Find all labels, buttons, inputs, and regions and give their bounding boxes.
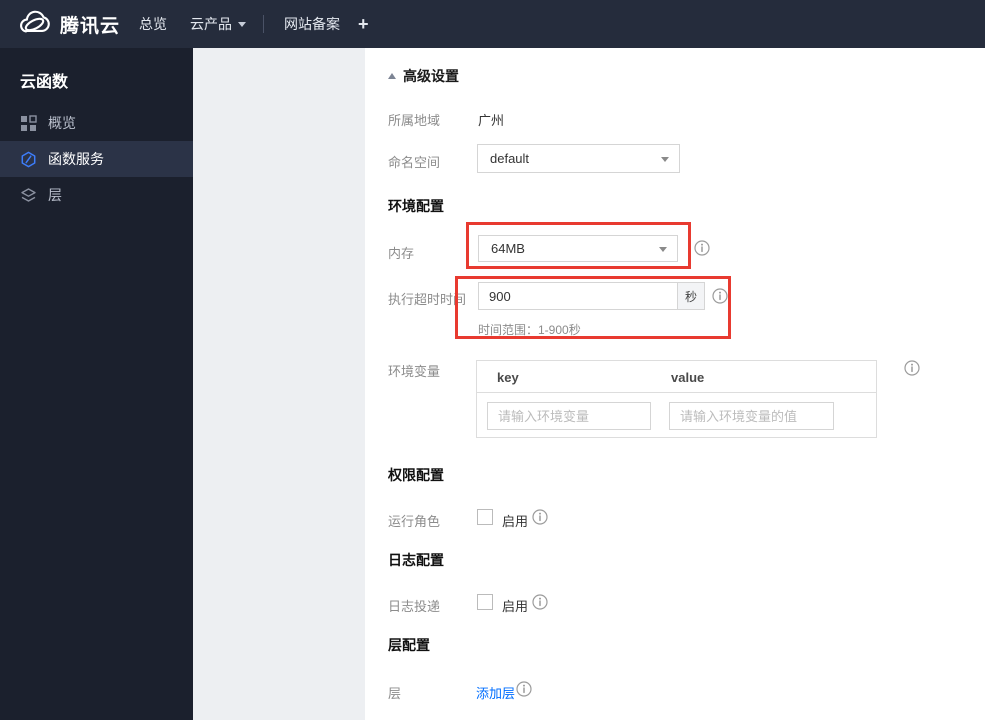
sidebar-item-overview[interactable]: 概览 bbox=[0, 105, 193, 141]
advanced-settings-toggle[interactable]: 高级设置 bbox=[388, 66, 459, 86]
run-role-enable-label: 启用 bbox=[502, 514, 529, 529]
envvars-key-header: key bbox=[497, 370, 519, 385]
envvars-table: key value bbox=[476, 360, 877, 438]
section-log-config: 日志配置 bbox=[388, 552, 444, 568]
chevron-down-icon bbox=[661, 156, 669, 162]
nav-item-cloud-products[interactable]: 云产品 bbox=[190, 0, 246, 48]
nav-add-tab-button[interactable]: + bbox=[358, 0, 369, 48]
sidebar-item-label: 概览 bbox=[48, 115, 76, 131]
namespace-label: 命名空间 bbox=[388, 155, 441, 170]
tencent-cloud-logo[interactable]: 腾讯云 bbox=[16, 9, 120, 39]
run-role-info-icon[interactable] bbox=[532, 509, 548, 525]
run-role-enable-checkbox[interactable] bbox=[477, 509, 493, 525]
memory-select[interactable]: 64MB bbox=[478, 235, 678, 262]
log-ship-enable-checkbox[interactable] bbox=[477, 594, 493, 610]
layers-icon bbox=[20, 187, 37, 204]
timeout-info-icon[interactable] bbox=[712, 288, 728, 304]
layer-info-icon[interactable] bbox=[516, 681, 532, 697]
chevron-down-icon bbox=[238, 21, 246, 27]
nav-divider bbox=[263, 15, 264, 33]
grid-icon bbox=[20, 114, 37, 132]
sidebar-item-label: 函数服务 bbox=[48, 151, 104, 167]
envvar-key-input[interactable] bbox=[487, 402, 651, 430]
scf-hexagon-icon bbox=[20, 151, 37, 168]
timeout-unit-suffix: 秒 bbox=[677, 282, 705, 310]
add-layer-link[interactable]: 添加层 bbox=[476, 683, 515, 702]
log-ship-label: 日志投递 bbox=[388, 599, 441, 614]
sidebar-item-function-service[interactable]: 函数服务 bbox=[0, 141, 193, 177]
sidebar-product-title: 云函数 bbox=[20, 74, 69, 91]
envvars-value-header: value bbox=[671, 370, 705, 385]
function-config-form: 高级设置 所属地域 广州 命名空间 default 环境配置 内存 64MB 执… bbox=[365, 48, 985, 720]
timeout-input[interactable] bbox=[478, 282, 678, 310]
envvars-table-row bbox=[477, 393, 876, 438]
chevron-down-icon bbox=[659, 246, 667, 252]
collapsed-list-pane bbox=[193, 48, 365, 720]
timeout-label: 执行超时时间 bbox=[388, 292, 467, 307]
section-env-config: 环境配置 bbox=[388, 198, 444, 214]
brand-name: 腾讯云 bbox=[60, 15, 121, 37]
run-role-label: 运行角色 bbox=[388, 514, 441, 529]
envvar-value-input[interactable] bbox=[669, 402, 834, 430]
envvars-table-header: key value bbox=[477, 361, 876, 393]
sidebar-item-layers[interactable]: 层 bbox=[0, 177, 193, 213]
region-value: 广州 bbox=[478, 113, 505, 128]
log-ship-info-icon[interactable] bbox=[532, 594, 548, 610]
log-ship-enable-label: 启用 bbox=[502, 599, 529, 614]
layer-label: 层 bbox=[388, 686, 402, 701]
top-navbar: 腾讯云 总览 云产品 网站备案 + bbox=[0, 0, 985, 48]
namespace-select[interactable]: default bbox=[477, 144, 680, 173]
memory-label: 内存 bbox=[388, 246, 415, 261]
envvars-label: 环境变量 bbox=[388, 364, 441, 379]
section-permission-config: 权限配置 bbox=[388, 467, 444, 483]
region-label: 所属地域 bbox=[388, 113, 441, 128]
nav-item-overview[interactable]: 总览 bbox=[139, 0, 167, 48]
sidebar-item-label: 层 bbox=[48, 187, 62, 203]
timeout-hint: 时间范围：1-900秒 bbox=[478, 323, 581, 337]
envvars-info-icon[interactable] bbox=[904, 360, 920, 376]
nav-item-website-icp[interactable]: 网站备案 bbox=[284, 0, 340, 48]
cloud-logo-icon bbox=[20, 10, 50, 33]
section-layer-config: 层配置 bbox=[388, 637, 430, 653]
sidebar: 云函数 概览 函数服务 层 bbox=[0, 48, 193, 720]
memory-info-icon[interactable] bbox=[694, 240, 710, 256]
triangle-up-icon bbox=[388, 73, 396, 79]
